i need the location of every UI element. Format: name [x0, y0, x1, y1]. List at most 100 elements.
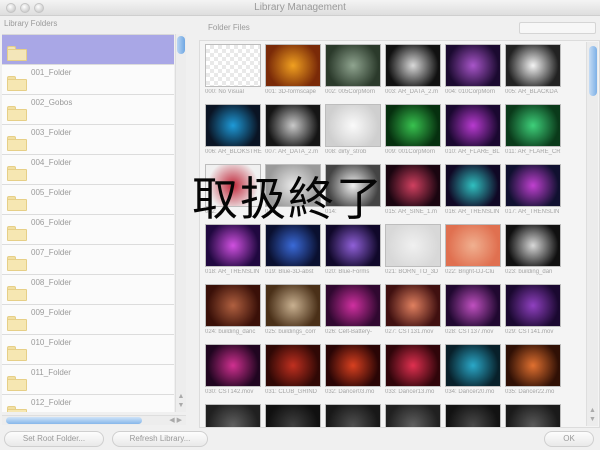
- folder-icon: [7, 256, 27, 271]
- media-thumbnail-image: [325, 404, 381, 427]
- media-thumbnail[interactable]: 023: building_dan: [504, 222, 564, 282]
- folder-files-search-field[interactable]: [519, 22, 596, 34]
- media-thumbnail[interactable]: [324, 402, 384, 427]
- media-thumbnail[interactable]: 005: AR_BLACKDA: [504, 42, 564, 102]
- media-thumbnail-image: [505, 224, 561, 267]
- media-thumbnail-image: [325, 284, 381, 327]
- folder-list-item[interactable]: 009_Folder: [2, 305, 174, 335]
- media-thumbnail[interactable]: 024: building_danc: [204, 282, 264, 342]
- media-thumbnail[interactable]: 007: AR_DATA_2.m: [264, 102, 324, 162]
- media-thumbnail[interactable]: 027: CST131.mov: [384, 282, 444, 342]
- refresh-library-button[interactable]: Refresh Library...: [112, 431, 208, 447]
- folder-icon: [7, 316, 27, 331]
- media-thumbnail[interactable]: 001: 3D-formscape: [264, 42, 324, 102]
- media-thumbnail-label: 008: dirty_strob: [325, 149, 367, 155]
- media-thumbnail-image: [205, 224, 261, 267]
- media-thumbnail-label: 029: CST141.mov: [505, 329, 554, 335]
- media-thumbnail[interactable]: 030: CST142.mov: [204, 342, 264, 402]
- folder-list-scroll-arrows[interactable]: ▲ ▼: [176, 392, 186, 410]
- media-thumbnail[interactable]: 000: No Visual: [204, 42, 264, 102]
- media-thumbnail-label: 030: CST142.mov: [205, 389, 254, 395]
- discontinued-stamp: 取扱終了: [192, 172, 384, 226]
- media-thumbnail[interactable]: 019: Blue-3D-abst: [264, 222, 324, 282]
- media-thumbnail[interactable]: 035: Dancer22.mo: [504, 342, 564, 402]
- folder-files-scroll-arrows[interactable]: ▲ ▼: [587, 406, 598, 424]
- folder-list-item[interactable]: 010_Folder: [2, 335, 174, 365]
- folder-files-vertical-scrollbar[interactable]: ▲ ▼: [586, 42, 598, 426]
- media-thumbnail[interactable]: 031: CLUB_GRIND: [264, 342, 324, 402]
- media-thumbnail-image: [265, 224, 321, 267]
- folder-list-scroll-thumb[interactable]: [177, 36, 185, 54]
- media-thumbnail-label: 005: AR_BLACKDA: [505, 89, 558, 95]
- media-thumbnail[interactable]: 008: dirty_strob: [324, 102, 384, 162]
- media-thumbnail-image: [505, 284, 561, 327]
- folder-list-item[interactable]: 001_Folder: [2, 65, 174, 95]
- folder-list-item[interactable]: 012_Folder: [2, 395, 174, 412]
- media-thumbnail[interactable]: 006: AR_BLOKSTRE: [204, 102, 264, 162]
- media-thumbnail[interactable]: 029: CST141.mov: [504, 282, 564, 342]
- media-thumbnail-label: 009: 001CorpMorn: [385, 149, 436, 155]
- media-thumbnail[interactable]: [264, 402, 324, 427]
- folder-files-scroll-thumb[interactable]: [589, 46, 597, 96]
- media-thumbnail-label: 000: No Visual: [205, 89, 244, 95]
- media-thumbnail[interactable]: 003: AR_DATA_2.m: [384, 42, 444, 102]
- media-thumbnail[interactable]: 032: Dancer03.mo: [324, 342, 384, 402]
- folder-list-item[interactable]: 007_Folder: [2, 245, 174, 275]
- media-thumbnail[interactable]: [444, 402, 504, 427]
- media-thumbnail-label: 011: AR_FLARE_CR: [505, 149, 561, 155]
- media-thumbnail[interactable]: 016: AR_TRENSLIN: [444, 162, 504, 222]
- folder-list-hscroll-thumb[interactable]: [6, 417, 142, 424]
- media-thumbnail[interactable]: 022: Bright-DJ-Clu: [444, 222, 504, 282]
- media-thumbnail[interactable]: 021: BORN_TO_3D: [384, 222, 444, 282]
- media-thumbnail[interactable]: [384, 402, 444, 427]
- folder-list-item[interactable]: 011_Folder: [2, 365, 174, 395]
- set-root-folder-button[interactable]: Set Root Folder...: [4, 431, 104, 447]
- ok-button[interactable]: OK: [544, 431, 594, 447]
- folder-list: 001_Folder 002_Gobos 003_Folder 004_Folder 0…: [2, 34, 174, 412]
- folder-list-item[interactable]: 004_Folder: [2, 155, 174, 185]
- folder-list-item[interactable]: [2, 35, 174, 65]
- media-thumbnail[interactable]: 017: AR_TRENSLIN: [504, 162, 564, 222]
- media-thumbnail-image: [445, 164, 501, 207]
- media-thumbnail[interactable]: 033: Dancer13.mo: [384, 342, 444, 402]
- folder-list-item[interactable]: 005_Folder: [2, 185, 174, 215]
- folder-list-vertical-scrollbar[interactable]: ▲ ▼: [175, 34, 186, 412]
- folder-list-item[interactable]: 008_Folder: [2, 275, 174, 305]
- media-thumbnail[interactable]: 011: AR_FLARE_CR: [504, 102, 564, 162]
- folder-icon: [7, 196, 27, 211]
- media-thumbnail[interactable]: [204, 402, 264, 427]
- folder-icon: [7, 286, 27, 301]
- media-thumbnail-label: 007: AR_DATA_2.m: [265, 149, 319, 155]
- media-thumbnail[interactable]: 026: Celt-Battery-: [324, 282, 384, 342]
- media-thumbnail-image: [505, 44, 561, 87]
- folder-list-item[interactable]: 002_Gobos: [2, 95, 174, 125]
- media-thumbnail[interactable]: 034: Dancer20.mo: [444, 342, 504, 402]
- folder-list-horizontal-scrollbar[interactable]: ◀ ▶: [2, 415, 186, 425]
- folder-list-hscroll-arrows[interactable]: ◀ ▶: [169, 416, 182, 424]
- folder-list-item[interactable]: 006_Folder: [2, 215, 174, 245]
- folder-label: 010_Folder: [31, 338, 72, 347]
- media-thumbnail-image: [505, 164, 561, 207]
- folder-icon: [7, 76, 27, 91]
- media-thumbnail[interactable]: 020: Blue-Forms: [324, 222, 384, 282]
- media-thumbnail[interactable]: 018: AR_TRENSLIN: [204, 222, 264, 282]
- media-thumbnail-image: [325, 224, 381, 267]
- media-thumbnail[interactable]: 004: 010CorpMorn: [444, 42, 504, 102]
- media-thumbnail[interactable]: 025: buildings_corr: [264, 282, 324, 342]
- folder-files-header: Folder Files: [208, 23, 250, 32]
- folder-icon: [7, 46, 27, 61]
- media-thumbnail-image: [445, 284, 501, 327]
- media-thumbnail[interactable]: 002: 005CorpMorn: [324, 42, 384, 102]
- media-thumbnail[interactable]: [504, 402, 564, 427]
- folder-list-item[interactable]: 003_Folder: [2, 125, 174, 155]
- folder-label: 004_Folder: [31, 158, 72, 167]
- media-thumbnail-image: [205, 404, 261, 427]
- media-thumbnail-label: 023: building_dan: [505, 269, 553, 275]
- media-thumbnail[interactable]: 009: 001CorpMorn: [384, 102, 444, 162]
- media-thumbnail-image: [505, 404, 561, 427]
- media-thumbnail[interactable]: 028: CST137.mov: [444, 282, 504, 342]
- media-thumbnail-label: 020: Blue-Forms: [325, 269, 370, 275]
- media-thumbnail[interactable]: 010: AR_FLARE_BL: [444, 102, 504, 162]
- media-thumbnail-image: [205, 104, 261, 147]
- media-thumbnail-label: 010: AR_FLARE_BL: [445, 149, 500, 155]
